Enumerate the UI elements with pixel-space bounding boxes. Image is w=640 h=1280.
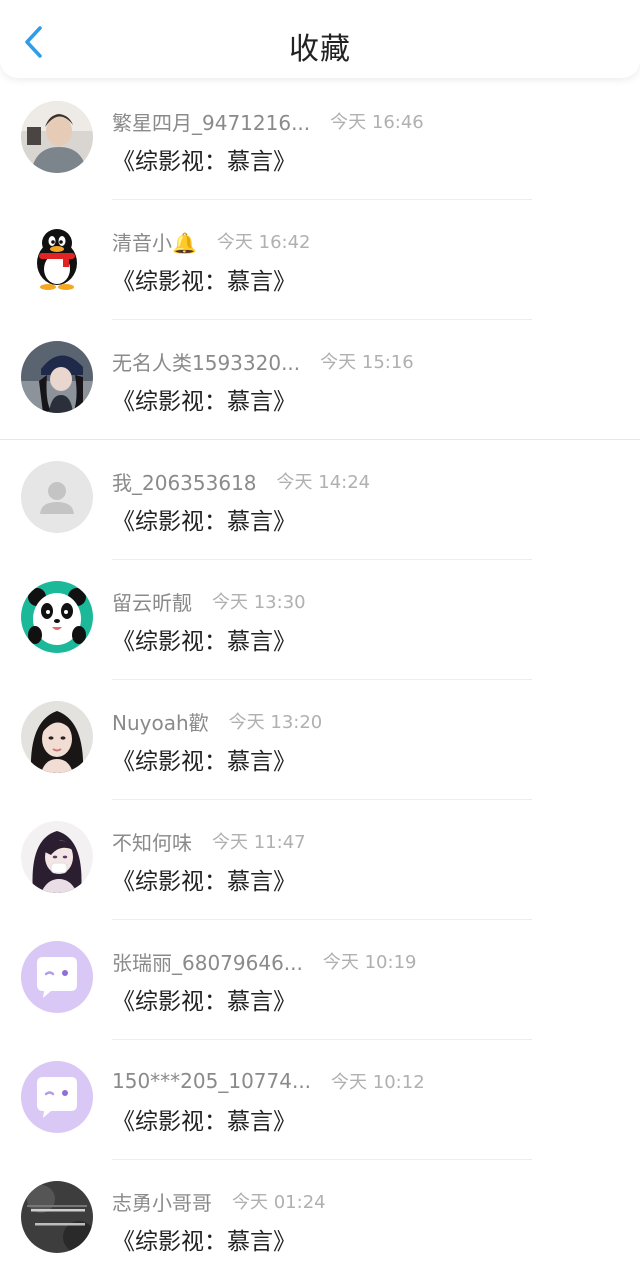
book-title[interactable]: 《综影视：慕言》 bbox=[112, 502, 296, 536]
list-item[interactable]: 志勇小哥哥 今天 01:24 《综影视：慕言》 bbox=[0, 1160, 640, 1280]
default-user-icon bbox=[21, 461, 93, 533]
text-photo-avatar-icon bbox=[21, 1181, 93, 1253]
book-title[interactable]: 《综影视：慕言》 bbox=[112, 862, 296, 896]
book-title[interactable]: 《综影视：慕言》 bbox=[112, 622, 296, 656]
timestamp: 今天 11:47 bbox=[212, 832, 306, 853]
top-nav-bar: 收藏 bbox=[0, 0, 640, 78]
avatar[interactable] bbox=[21, 821, 93, 893]
item-meta: 清音小🔔 今天 16:42 bbox=[112, 227, 311, 256]
avatar[interactable] bbox=[21, 581, 93, 653]
panda-icon bbox=[21, 581, 93, 653]
list-item[interactable]: 清音小🔔 今天 16:42 《综影视：慕言》 bbox=[0, 200, 640, 320]
book-title[interactable]: 《综影视：慕言》 bbox=[112, 142, 296, 176]
qq-penguin-icon bbox=[21, 221, 93, 293]
timestamp: 今天 01:24 bbox=[232, 1192, 326, 1213]
avatar[interactable] bbox=[21, 941, 93, 1013]
timestamp: 今天 15:16 bbox=[320, 352, 414, 373]
list-item[interactable]: 我_206353618 今天 14:24 《综影视：慕言》 bbox=[0, 440, 640, 560]
avatar[interactable] bbox=[21, 1061, 93, 1133]
photo-avatar-icon bbox=[21, 101, 93, 173]
photo-avatar-icon bbox=[21, 701, 93, 773]
list-item[interactable]: 留云昕靓 今天 13:30 《综影视：慕言》 bbox=[0, 560, 640, 680]
list-item[interactable]: 150***205_10774... 今天 10:12 《综影视：慕言》 bbox=[0, 1040, 640, 1160]
timestamp: 今天 16:46 bbox=[330, 112, 424, 133]
list-item[interactable]: 繁星四月_9471216... 今天 16:46 《综影视：慕言》 bbox=[0, 80, 640, 200]
photo-avatar-icon bbox=[21, 341, 93, 413]
timestamp: 今天 13:20 bbox=[228, 712, 323, 733]
item-meta: 不知何味 今天 11:47 bbox=[112, 827, 306, 856]
item-meta: 无名人类1593320... 今天 15:16 bbox=[112, 347, 414, 376]
avatar[interactable] bbox=[21, 461, 93, 533]
list-item[interactable]: 不知何味 今天 11:47 《综影视：慕言》 bbox=[0, 800, 640, 920]
timestamp: 今天 10:19 bbox=[322, 952, 417, 973]
avatar[interactable] bbox=[21, 1181, 93, 1253]
user-name[interactable]: 150***205_10774... bbox=[112, 1069, 311, 1093]
user-name[interactable]: 无名人类1593320... bbox=[112, 347, 300, 376]
book-title[interactable]: 《综影视：慕言》 bbox=[112, 262, 296, 296]
chat-bubble-icon bbox=[21, 941, 93, 1013]
user-name[interactable]: 志勇小哥哥 bbox=[112, 1187, 212, 1216]
timestamp: 今天 10:12 bbox=[331, 1072, 425, 1093]
list-item[interactable]: Nuyoah歡 今天 13:20 《综影视：慕言》 bbox=[0, 680, 640, 800]
book-title[interactable]: 《综影视：慕言》 bbox=[112, 742, 296, 776]
page-title: 收藏 bbox=[289, 32, 351, 67]
user-name[interactable]: 张瑞丽_68079646... bbox=[112, 947, 303, 976]
avatar[interactable] bbox=[21, 341, 93, 413]
user-name[interactable]: 留云昕靓 bbox=[112, 587, 192, 616]
avatar[interactable] bbox=[21, 221, 93, 293]
chat-bubble-icon bbox=[21, 1061, 93, 1133]
user-name[interactable]: 繁星四月_9471216... bbox=[112, 107, 310, 136]
item-meta: 张瑞丽_68079646... 今天 10:19 bbox=[112, 947, 417, 976]
item-meta: 我_206353618 今天 14:24 bbox=[112, 467, 371, 496]
book-title[interactable]: 《综影视：慕言》 bbox=[112, 382, 296, 416]
list-item[interactable]: 无名人类1593320... 今天 15:16 《综影视：慕言》 bbox=[0, 320, 640, 440]
book-title[interactable]: 《综影视：慕言》 bbox=[112, 1102, 296, 1136]
timestamp: 今天 13:30 bbox=[212, 592, 306, 613]
timestamp: 今天 16:42 bbox=[216, 232, 311, 253]
item-meta: 留云昕靓 今天 13:30 bbox=[112, 587, 306, 616]
favorites-list: 繁星四月_9471216... 今天 16:46 《综影视：慕言》 清音小🔔 今… bbox=[0, 80, 640, 1280]
book-title[interactable]: 《综影视：慕言》 bbox=[112, 1222, 296, 1256]
book-title[interactable]: 《综影视：慕言》 bbox=[112, 982, 296, 1016]
user-name[interactable]: 我_206353618 bbox=[112, 467, 257, 496]
user-name[interactable]: 清音小🔔 bbox=[112, 227, 197, 256]
user-name[interactable]: 不知何味 bbox=[112, 827, 192, 856]
anime-avatar-icon bbox=[21, 821, 93, 893]
avatar[interactable] bbox=[21, 701, 93, 773]
timestamp: 今天 14:24 bbox=[276, 472, 371, 493]
item-meta: 150***205_10774... 今天 10:12 bbox=[112, 1068, 425, 1094]
item-meta: Nuyoah歡 今天 13:20 bbox=[112, 707, 323, 736]
item-meta: 繁星四月_9471216... 今天 16:46 bbox=[112, 107, 424, 136]
avatar[interactable] bbox=[21, 101, 93, 173]
item-meta: 志勇小哥哥 今天 01:24 bbox=[112, 1187, 326, 1216]
list-item[interactable]: 张瑞丽_68079646... 今天 10:19 《综影视：慕言》 bbox=[0, 920, 640, 1040]
user-name[interactable]: Nuyoah歡 bbox=[112, 707, 209, 736]
